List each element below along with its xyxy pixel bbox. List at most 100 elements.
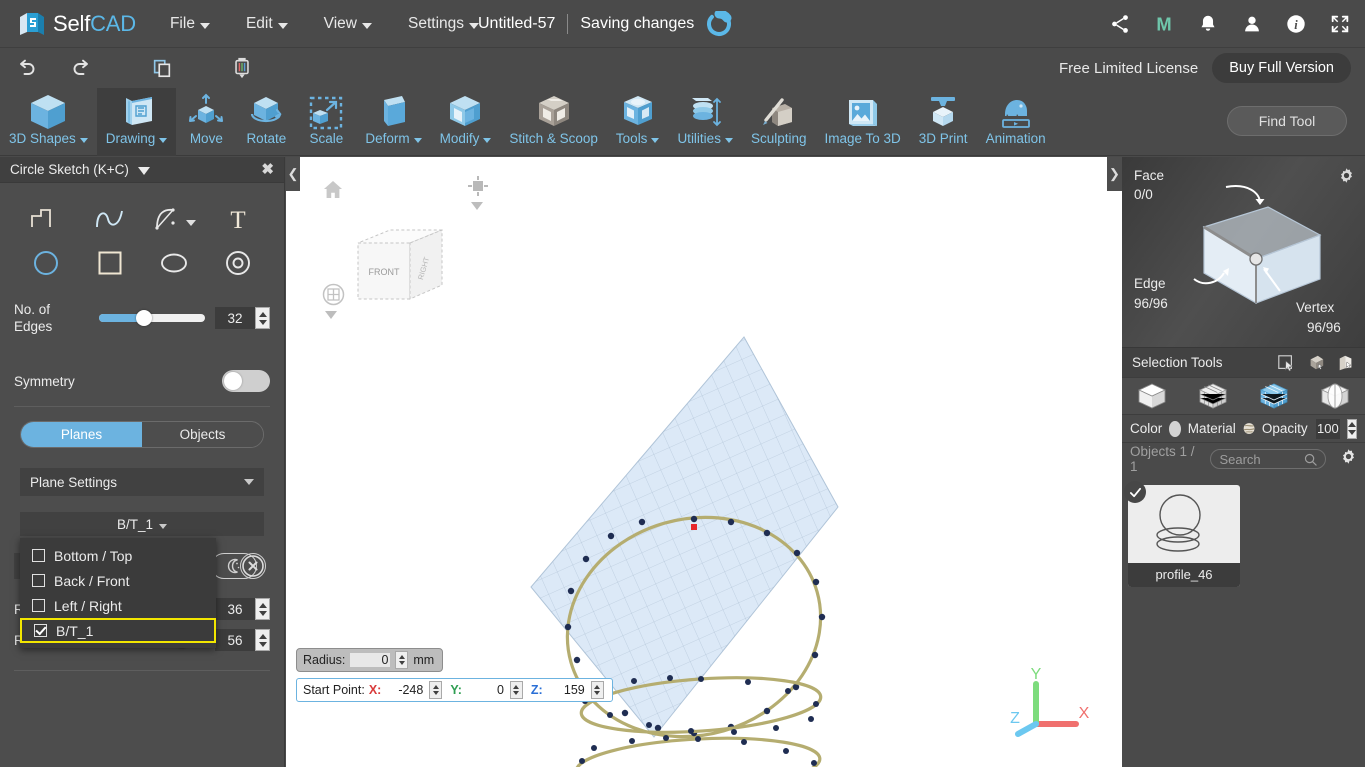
caret-down-icon[interactable] — [186, 220, 196, 226]
sketch-tool-rectangle[interactable] — [78, 243, 142, 283]
rect-select-icon[interactable] — [1277, 354, 1295, 372]
segment-objects[interactable]: Objects — [142, 422, 263, 447]
home-view-button[interactable] — [322, 179, 344, 206]
axis-gizmo[interactable]: X Y Z — [1008, 666, 1098, 746]
buy-full-version-button[interactable]: Buy Full Version — [1212, 53, 1351, 83]
rotate-x-stepper[interactable] — [255, 598, 270, 620]
checkbox[interactable] — [34, 624, 47, 637]
caret-down-icon[interactable] — [137, 166, 150, 175]
plane-option-bt-1[interactable]: B/T_1 — [20, 618, 216, 643]
start-point-y-value[interactable]: 0 — [465, 683, 506, 697]
symmetry-toggle[interactable] — [222, 370, 270, 392]
opacity-stepper[interactable] — [1347, 418, 1357, 439]
tool-deform[interactable]: Deform — [356, 88, 430, 156]
plane-settings-dropdown[interactable]: Plane Settings — [20, 468, 264, 496]
sketch-tool-concentric-circle[interactable] — [206, 243, 270, 283]
start-point-z-stepper[interactable] — [590, 681, 604, 699]
tool-drawing[interactable]: Drawing — [96, 88, 177, 156]
menu-settings[interactable]: Settings — [406, 11, 481, 37]
sketch-tool-freehand-curve[interactable] — [78, 199, 142, 239]
rectangle-icon — [98, 251, 122, 275]
plane-option-back-front[interactable]: Back / Front — [20, 568, 216, 593]
selection-settings-button[interactable] — [1338, 167, 1355, 189]
edges-slider-knob[interactable] — [135, 310, 152, 326]
copy-button[interactable] — [135, 48, 189, 88]
menu-edit[interactable]: Edit — [244, 11, 290, 37]
tool-move[interactable]: Move — [176, 88, 236, 156]
tool-utilities[interactable]: Utilities — [668, 88, 742, 156]
mode-object[interactable] — [1135, 381, 1169, 411]
redo-button[interactable] — [54, 48, 108, 88]
menu-view[interactable]: View — [322, 11, 374, 37]
find-tool-input[interactable]: Find Tool — [1227, 106, 1347, 136]
close-icon[interactable]: ✖ — [261, 162, 274, 177]
checkbox[interactable] — [32, 574, 45, 587]
sketch-tool-polyline[interactable] — [14, 199, 78, 239]
tool-image-to-3d[interactable]: Image To 3D — [816, 88, 910, 156]
document-title[interactable]: Untitled-57 — [478, 15, 555, 33]
radius-stepper[interactable] — [395, 651, 409, 669]
start-point-x-stepper[interactable] — [429, 681, 443, 699]
edges-value[interactable]: 32 — [215, 307, 255, 329]
object-selected-check[interactable] — [1124, 481, 1146, 503]
view-mode-dropdown[interactable] — [470, 198, 484, 216]
tool-animation[interactable]: Animation — [977, 88, 1055, 156]
user-icon[interactable] — [1241, 13, 1263, 35]
rotate-y-value[interactable]: 56 — [215, 629, 255, 651]
sketch-tool-circle[interactable] — [14, 243, 78, 283]
radius-input-bar[interactable]: Radius: 0 mm — [296, 648, 444, 672]
tool-sculpting[interactable]: Sculpting — [742, 88, 816, 156]
rotate-x-value[interactable]: 36 — [215, 598, 255, 620]
tool-tools[interactable]: Tools — [607, 88, 669, 156]
view-cube[interactable]: FRONT RIGHT — [352, 217, 452, 307]
checkbox[interactable] — [32, 549, 45, 562]
mode-edge[interactable] — [1318, 381, 1352, 411]
radius-value[interactable]: 0 — [350, 653, 391, 667]
fullscreen-icon[interactable] — [1329, 13, 1351, 35]
tool-rotate[interactable]: Rotate — [236, 88, 296, 156]
tool-3d-shapes[interactable]: 3D Shapes — [0, 88, 97, 156]
edges-stepper[interactable] — [255, 307, 270, 329]
objects-settings-button[interactable] — [1340, 448, 1357, 470]
bell-icon[interactable] — [1197, 13, 1219, 35]
start-point-x-value[interactable]: -248 — [385, 683, 426, 697]
collapse-left-panel-button[interactable]: ❮ — [286, 157, 300, 191]
color-swatch[interactable] — [1169, 420, 1181, 437]
grid-view-dropdown[interactable] — [324, 307, 338, 325]
checkbox[interactable] — [32, 599, 45, 612]
rotate-y-stepper[interactable] — [255, 629, 270, 651]
collapse-right-panel-button[interactable]: ❯ — [1107, 157, 1122, 191]
material-sphere-icon[interactable] — [1243, 420, 1255, 437]
tool-stitch-scoop[interactable]: Stitch & Scoop — [500, 88, 607, 156]
lasso-select-icon[interactable] — [1337, 354, 1355, 372]
plane-option-left-right[interactable]: Left / Right — [20, 593, 216, 618]
opacity-value[interactable]: 100 — [1315, 418, 1340, 439]
start-point-input-bar[interactable]: Start Point: X: -248 Y: 0 Z: 159 — [296, 678, 613, 702]
tool-3d-print[interactable]: 3D Print — [910, 88, 977, 156]
viewport-3d[interactable]: FRONT RIGHT Radius: 0 mm Start Point: X:… — [286, 157, 1122, 767]
delete-button[interactable] — [215, 48, 269, 88]
medium-m-icon[interactable]: M — [1153, 13, 1175, 35]
sketch-tool-arc[interactable] — [142, 199, 206, 239]
box-select-icon[interactable] — [1307, 354, 1325, 372]
plane-selector[interactable]: B/T_1 — [20, 512, 264, 536]
mode-vertex[interactable] — [1196, 381, 1230, 411]
share-icon[interactable] — [1109, 13, 1131, 35]
edges-slider[interactable] — [99, 310, 205, 326]
objects-search-input[interactable]: Search — [1210, 449, 1326, 469]
tool-scale[interactable]: Scale — [296, 88, 356, 156]
info-icon[interactable]: i — [1285, 13, 1307, 35]
sketch-tool-ellipse[interactable] — [142, 243, 206, 283]
segment-planes[interactable]: Planes — [21, 422, 142, 447]
start-point-z-value[interactable]: 159 — [546, 683, 587, 697]
mode-face[interactable] — [1257, 381, 1291, 411]
sketch-tool-text[interactable]: T — [206, 199, 270, 239]
start-point-y-stepper[interactable] — [509, 681, 523, 699]
tool-modify[interactable]: Modify — [431, 88, 501, 156]
undo-button[interactable] — [0, 48, 54, 88]
delete-plane-button[interactable] — [240, 553, 266, 579]
plane-option-bottom-top[interactable]: Bottom / Top — [20, 543, 216, 568]
brand-logo-wrap[interactable]: SelfCAD — [18, 10, 136, 38]
menu-file[interactable]: File — [168, 11, 212, 37]
object-card[interactable]: profile_46 — [1124, 481, 1240, 587]
